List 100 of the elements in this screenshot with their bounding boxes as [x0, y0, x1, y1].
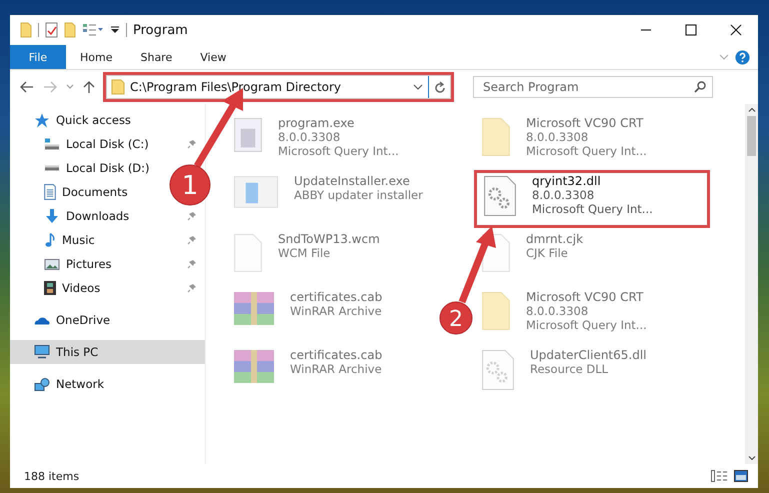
file-detail: 8.0.0.3308 — [532, 188, 596, 202]
file-detail: Microsoft Query Int... — [526, 144, 647, 158]
sidebar-item[interactable]: This PC — [10, 340, 205, 364]
back-icon[interactable] — [20, 81, 34, 93]
scrollbar-thumb[interactable] — [747, 116, 756, 156]
file-item[interactable]: Microsoft VC90 CRT 8.0.0.3308 Microsoft Query Int... — [474, 286, 682, 344]
folder-icon — [482, 292, 510, 330]
recent-locations-icon[interactable] — [66, 84, 74, 90]
file-detail: WinRAR Archive — [290, 362, 382, 376]
cloud-icon — [34, 316, 50, 324]
monitor-icon — [34, 345, 50, 359]
callout-number: 2 — [449, 307, 463, 332]
sidebar-item[interactable]: Videos — [10, 276, 104, 300]
help-icon[interactable] — [735, 50, 750, 64]
gear-file-icon — [484, 176, 516, 216]
scrollbar[interactable] — [745, 104, 758, 464]
file-detail: ABBY updater installer — [294, 188, 423, 202]
pin-icon[interactable] — [187, 139, 197, 149]
drive-icon — [44, 165, 60, 171]
close-icon[interactable] — [730, 24, 742, 36]
file-icon — [234, 234, 262, 272]
callout-badge — [170, 164, 210, 206]
sidebar-item[interactable]: Network — [10, 372, 108, 396]
music-note-icon — [44, 232, 56, 248]
file-detail: Microsoft Query Int... — [532, 202, 653, 216]
scroll-down-icon[interactable] — [748, 456, 756, 461]
file-item[interactable]: certificates.cab WinRAR Archive — [226, 286, 434, 344]
sidebar-item[interactable]: Documents — [10, 180, 132, 204]
file-name: qryint32.dll — [532, 174, 602, 188]
file-detail: 8.0.0.3308 — [278, 130, 342, 144]
file-name: UpdateInstaller.exe — [294, 174, 411, 188]
callout-number: 1 — [182, 171, 198, 201]
file-name: UpdaterClient65.dll — [530, 348, 647, 362]
pin-icon[interactable] — [187, 259, 197, 269]
customize-icon[interactable] — [110, 25, 120, 35]
file-item[interactable]: program.exe 8.0.0.3308 Microsoft Query Int... — [226, 112, 434, 170]
file-item[interactable]: SndToWP13.wcm WCM File — [226, 228, 434, 286]
dropdown-icon[interactable] — [413, 84, 423, 90]
maximize-icon[interactable] — [684, 24, 696, 36]
file-item[interactable]: UpdaterClient65.dll Resource DLL — [474, 344, 682, 402]
file-name: Microsoft VC90 CRT — [526, 116, 644, 130]
network-icon — [34, 378, 50, 390]
file-name: Microsoft VC90 CRT — [526, 290, 644, 304]
folder-icon — [111, 79, 125, 95]
file-detail: WCM File — [278, 246, 332, 260]
view-icon[interactable] — [82, 23, 104, 37]
drive-icon — [44, 138, 60, 150]
scroll-up-icon[interactable] — [748, 107, 756, 112]
file-detail: Microsoft Query Int... — [278, 144, 399, 158]
file-item[interactable]: UpdateInstaller.exe ABBY updater installer — [226, 170, 434, 228]
sidebar-item[interactable]: Local Disk (D:) — [10, 156, 154, 180]
properties-icon[interactable] — [45, 22, 58, 38]
folder-icon — [482, 118, 510, 156]
ribbon-tab[interactable]: File — [10, 45, 66, 69]
sidebar-item[interactable]: Local Disk (C:) — [10, 132, 153, 156]
file-item[interactable]: qryint32.dll 8.0.0.3308 Microsoft Query Int... — [474, 170, 710, 228]
file-detail: Resource DLL — [530, 362, 610, 376]
sidebar-item[interactable]: Downloads — [10, 204, 134, 228]
refresh-icon[interactable] — [434, 80, 446, 94]
ribbon-tab[interactable]: Share — [126, 45, 186, 69]
window-title: Program — [133, 22, 188, 38]
sidebar-item[interactable]: OneDrive — [10, 308, 114, 332]
file-name: program.exe — [278, 116, 356, 130]
file-name: SndToWP13.wcm — [278, 232, 380, 246]
sidebar-item[interactable]: Pictures — [10, 252, 116, 276]
sidebar-item[interactable]: Music — [10, 228, 99, 252]
file-detail: CJK File — [526, 246, 569, 260]
installer-icon — [234, 176, 278, 208]
item-count: 188 items — [24, 470, 80, 482]
search-field[interactable]: Search Program — [473, 76, 713, 98]
up-icon[interactable] — [83, 80, 95, 94]
film-icon — [44, 281, 56, 295]
file-detail: 8.0.0.3308 — [526, 304, 590, 318]
address-path: C:\Program Files\Program Directory — [130, 80, 342, 94]
pin-icon[interactable] — [187, 235, 197, 245]
application-icon — [234, 118, 262, 152]
picture-icon — [44, 258, 60, 270]
file-name: certificates.cab — [290, 290, 382, 304]
archive-icon — [234, 350, 274, 383]
download-icon — [44, 208, 60, 224]
file-item[interactable]: certificates.cab WinRAR Archive — [226, 344, 434, 402]
large-icons-view-icon[interactable] — [734, 470, 748, 482]
details-view-icon[interactable] — [711, 470, 728, 482]
minimize-icon[interactable] — [640, 29, 652, 31]
document-icon — [44, 184, 56, 200]
search-icon[interactable] — [694, 81, 706, 93]
sidebar-item[interactable]: Quick access — [10, 108, 135, 132]
ribbon-tab[interactable]: Home — [66, 45, 126, 69]
callout-badge — [440, 302, 472, 334]
file-name: certificates.cab — [290, 348, 382, 362]
file-detail: WinRAR Archive — [290, 304, 382, 318]
file-name: dmrnt.cjk — [526, 232, 584, 246]
gear-file-icon — [482, 350, 514, 390]
address-field[interactable]: C:\Program Files\Program Directory — [106, 75, 451, 99]
pin-icon[interactable] — [187, 283, 197, 293]
star-icon — [34, 112, 50, 128]
file-detail: 8.0.0.3308 — [526, 130, 590, 144]
file-item[interactable]: Microsoft VC90 CRT 8.0.0.3308 Microsoft Query Int... — [474, 112, 682, 170]
pin-icon[interactable] — [187, 211, 197, 221]
ribbon-tab[interactable]: View — [186, 45, 240, 69]
